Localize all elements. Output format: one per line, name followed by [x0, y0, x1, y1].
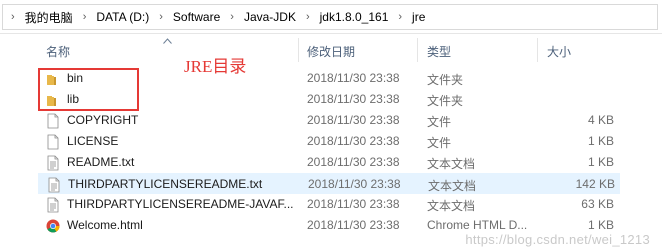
- annotation-box: [38, 68, 139, 111]
- breadcrumb-item-label: 我的电脑: [24, 10, 73, 25]
- file-type: 文件: [427, 136, 452, 150]
- text-file-icon: [46, 155, 60, 171]
- column-header-type[interactable]: 类型: [427, 43, 451, 60]
- breadcrumb-item[interactable]: jdk1.8.0_161: [314, 5, 395, 29]
- file-size: 1 KB: [587, 155, 614, 169]
- column-header: 名称 修改日期 类型 大小: [0, 36, 662, 64]
- breadcrumb-item[interactable]: Java-JDK: [238, 5, 302, 29]
- address-bar[interactable]: › 我的电脑 › DATA (D:) › Software › Java-JDK › jdk1.8…: [0, 0, 662, 34]
- file-type: 文本文档: [427, 199, 476, 213]
- file-size: 142 KB: [575, 177, 615, 191]
- file-type: 文本文档: [427, 157, 476, 171]
- column-divider[interactable]: [298, 38, 299, 62]
- file-type: 文件: [427, 115, 452, 129]
- column-divider[interactable]: [537, 38, 538, 62]
- breadcrumb-item[interactable]: DATA (D:): [90, 5, 155, 29]
- breadcrumb-chevron-icon[interactable]: ›: [79, 11, 91, 23]
- breadcrumb-item-label: jdk1.8.0_161: [319, 10, 389, 24]
- file-row[interactable]: THIRDPARTYLICENSEREADME-JAVAF... 2018/11/…: [38, 194, 620, 215]
- breadcrumb: › 我的电脑 › DATA (D:) › Software › Java-JDK › jdk1.8…: [2, 4, 658, 30]
- sort-chevron-icon[interactable]: [163, 38, 172, 44]
- file-size: 1 KB: [587, 218, 614, 232]
- breadcrumb-item-label: DATA (D:): [96, 10, 150, 24]
- file-date: 2018/11/30 23:38: [307, 134, 400, 148]
- file-size: 1 KB: [587, 134, 614, 148]
- file-name: README.txt: [67, 155, 135, 169]
- file-type: 文件夹: [427, 73, 464, 87]
- breadcrumb-item-label: Software: [172, 10, 221, 24]
- breadcrumb-item[interactable]: 我的电脑: [19, 5, 79, 29]
- column-header-name[interactable]: 名称: [46, 43, 70, 60]
- breadcrumb-chevron-icon[interactable]: ›: [226, 11, 238, 23]
- file-row[interactable]: COPYRIGHT 2018/11/30 23:38 文件 4 KB: [38, 110, 620, 131]
- chrome-icon: [46, 218, 60, 234]
- file-type: 文件夹: [427, 94, 464, 108]
- file-name: Welcome.html: [67, 218, 143, 232]
- file-date: 2018/11/30 23:38: [307, 155, 400, 169]
- file-size: 4 KB: [587, 113, 614, 127]
- watermark: https://blog.csdn.net/wei_1213: [465, 232, 650, 247]
- file-date: 2018/11/30 23:38: [307, 218, 400, 232]
- breadcrumb-item[interactable]: jre: [406, 5, 431, 29]
- file-date: 2018/11/30 23:38: [308, 177, 401, 191]
- file-row[interactable]: README.txt 2018/11/30 23:38 文本文档 1 KB: [38, 152, 620, 173]
- breadcrumb-item-label: Java-JDK: [243, 10, 296, 24]
- file-name: THIRDPARTYLICENSEREADME.txt: [68, 177, 263, 191]
- file-name: THIRDPARTYLICENSEREADME-JAVAF...: [67, 197, 294, 211]
- file-size: 63 KB: [581, 197, 614, 211]
- text-file-icon: [46, 197, 60, 213]
- file-date: 2018/11/30 23:38: [307, 113, 400, 127]
- file-date: 2018/11/30 23:38: [307, 71, 400, 85]
- column-divider[interactable]: [417, 38, 418, 62]
- column-header-size[interactable]: 大小: [547, 43, 571, 60]
- breadcrumb-item[interactable]: Software: [167, 5, 226, 29]
- breadcrumb-item-label: jre: [412, 10, 426, 24]
- file-type: 文本文档: [428, 179, 477, 193]
- file-icon: [46, 134, 60, 150]
- text-file-icon: [47, 177, 61, 193]
- file-date: 2018/11/30 23:38: [307, 197, 400, 211]
- file-icon: [46, 113, 60, 129]
- file-row[interactable]: THIRDPARTYLICENSEREADME.txt 2018/11/30 23…: [38, 173, 620, 194]
- breadcrumb-chevron-icon[interactable]: ›: [7, 11, 19, 23]
- file-date: 2018/11/30 23:38: [307, 92, 400, 106]
- file-row[interactable]: LICENSE 2018/11/30 23:38 文件 1 KB: [38, 131, 620, 152]
- column-header-date[interactable]: 修改日期: [307, 43, 355, 60]
- file-name: COPYRIGHT: [67, 113, 139, 127]
- breadcrumb-chevron-icon[interactable]: ›: [302, 11, 314, 23]
- file-name: LICENSE: [67, 134, 119, 148]
- breadcrumb-chevron-icon[interactable]: ›: [394, 11, 406, 23]
- breadcrumb-chevron-icon[interactable]: ›: [155, 11, 167, 23]
- file-type: Chrome HTML D...: [427, 218, 528, 232]
- annotation-label: JRE目录: [184, 57, 247, 76]
